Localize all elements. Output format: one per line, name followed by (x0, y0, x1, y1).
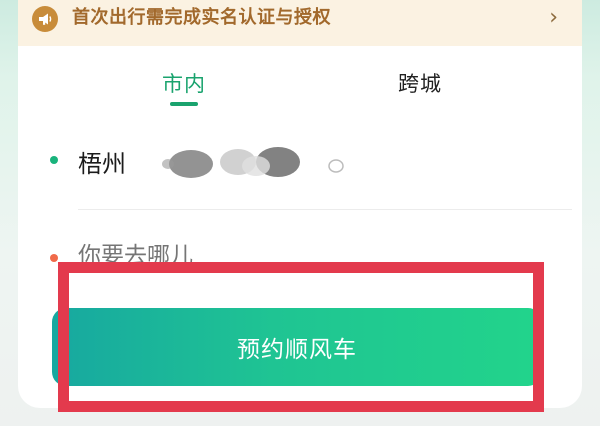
chevron-right-icon: › (549, 5, 558, 30)
destination-dot-icon (50, 254, 58, 262)
active-tab-indicator (170, 102, 198, 106)
tab-in-city[interactable]: 市内 (162, 68, 206, 98)
destination-input[interactable] (78, 236, 518, 276)
tab-intercity[interactable]: 跨城 (398, 68, 442, 98)
book-ride-button[interactable]: 预约顺风车 (52, 308, 542, 386)
origin-city: 梧州 (78, 150, 126, 178)
realname-notice-banner[interactable]: 首次出行需完成实名认证与授权 › (18, 0, 582, 46)
redacted-address-scribble (162, 147, 344, 178)
origin-field[interactable]: 梧州 (18, 130, 582, 200)
trip-type-tabs: 市内 跨城 (18, 60, 582, 112)
destination-field (18, 236, 582, 276)
megaphone-icon (32, 6, 58, 32)
origin-dot-icon (50, 156, 58, 164)
field-divider (78, 209, 572, 210)
notice-text: 首次出行需完成实名认证与授权 (72, 7, 331, 28)
ride-card: 首次出行需完成实名认证与授权 › 市内 跨城 梧州 预约顺风车 (18, 0, 582, 408)
